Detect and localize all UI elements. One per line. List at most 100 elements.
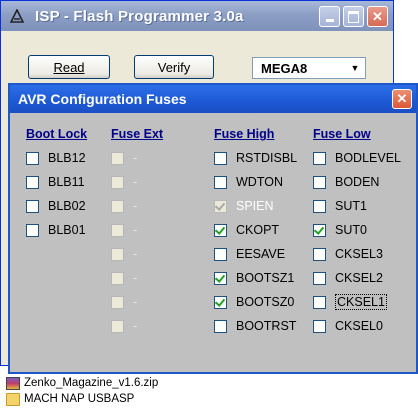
checkbox[interactable] — [214, 247, 227, 261]
device-select[interactable]: MEGA8 ▼ — [252, 57, 366, 79]
fuse-label: BODLEVEL — [335, 151, 402, 165]
checkbox[interactable] — [313, 319, 326, 333]
close-button[interactable]: ✕ — [367, 6, 388, 27]
fuse-checkbox-row[interactable]: BOOTSZ0 — [214, 294, 294, 310]
fuse-label: RSTDISBL — [236, 151, 298, 165]
dialog-title-bar: AVR Configuration Fuses ✕ — [10, 85, 416, 113]
main-title-bar: ISP - Flash Programmer 3.0a ✕ — [1, 1, 393, 31]
file-name: Zenko_Magazine_v1.6.zip — [24, 377, 159, 389]
fuse-label: WDTON — [236, 175, 283, 189]
checkbox[interactable] — [214, 271, 227, 285]
fuse-checkbox-row: SPIEN — [214, 198, 274, 214]
fuse-checkbox-row[interactable]: SUT1 — [313, 198, 367, 214]
folder-icon — [6, 392, 20, 406]
fuse-checkbox-row[interactable]: EESAVE — [214, 246, 285, 262]
fuse-checkbox-row: - — [111, 174, 137, 190]
fuse-label: - — [133, 247, 138, 261]
fuse-checkbox-row[interactable]: CKSEL0 — [313, 318, 383, 334]
fuse-label: SUT0 — [335, 223, 367, 237]
fuse-checkbox-row[interactable]: CKSEL1 — [313, 294, 387, 310]
verify-button-label: Verify — [157, 59, 191, 75]
checkbox[interactable] — [214, 151, 227, 165]
checkbox[interactable] — [313, 223, 326, 237]
checkbox[interactable] — [26, 175, 39, 189]
checkbox[interactable] — [313, 247, 326, 261]
checkbox[interactable] — [26, 151, 39, 165]
main-window-title: ISP - Flash Programmer 3.0a — [35, 7, 244, 25]
checkbox — [111, 319, 124, 333]
minimize-icon — [325, 19, 334, 22]
fuse-label: - — [133, 199, 138, 213]
checkbox[interactable] — [313, 271, 326, 285]
fuse-checkbox-row[interactable]: BOOTRST — [214, 318, 296, 334]
checkbox[interactable] — [313, 199, 326, 213]
fuse-label: CKSEL1 — [335, 294, 387, 310]
fuse-checkbox-row[interactable]: BLB11 — [26, 174, 85, 190]
fuse-label: BLB01 — [48, 223, 86, 237]
fuse-label: - — [133, 319, 138, 333]
checkbox[interactable] — [26, 223, 39, 237]
fuse-label: BODEN — [335, 175, 380, 189]
maximize-icon — [348, 10, 359, 23]
file-item-folder[interactable]: MACH NAP USBASP — [6, 391, 158, 407]
fuse-label: - — [133, 223, 138, 237]
column-header: Fuse High — [214, 127, 275, 141]
chevron-down-icon[interactable]: ▼ — [347, 60, 363, 76]
file-name: MACH NAP USBASP — [24, 393, 135, 405]
fuse-label: BLB11 — [48, 175, 85, 189]
close-icon: ✕ — [396, 91, 408, 106]
checkmark-icon — [214, 223, 226, 235]
fuse-checkbox-row[interactable]: BLB02 — [26, 198, 86, 214]
file-item-zip[interactable]: Zenko_Magazine_v1.6.zip — [6, 375, 158, 391]
checkbox[interactable] — [214, 175, 227, 189]
fuse-checkbox-row[interactable]: BODLEVEL — [313, 150, 401, 166]
checkmark-icon — [214, 271, 226, 283]
fuse-checkbox-row[interactable]: BLB01 — [26, 222, 86, 238]
fuse-label: BOOTRST — [236, 319, 297, 333]
read-button-label: Read — [53, 59, 85, 75]
dialog-close-button[interactable]: ✕ — [392, 89, 412, 109]
minimize-button[interactable] — [319, 6, 340, 27]
checkbox[interactable] — [214, 223, 227, 237]
fuse-label: CKSEL0 — [335, 319, 383, 333]
fuse-checkbox-row[interactable]: BOOTSZ1 — [214, 270, 294, 286]
fuse-checkbox-row[interactable]: SUT0 — [313, 222, 367, 238]
close-icon: ✕ — [372, 8, 383, 24]
zip-archive-icon — [6, 376, 20, 390]
fuse-label: SPIEN — [236, 199, 274, 213]
checkbox — [111, 271, 124, 285]
checkbox[interactable] — [313, 295, 326, 309]
checkmark-icon — [214, 199, 226, 211]
fuse-checkbox-row[interactable]: WDTON — [214, 174, 283, 190]
checkbox — [111, 295, 124, 309]
fuse-label: BOOTSZ1 — [236, 271, 295, 285]
desktop-file-list: Zenko_Magazine_v1.6.zip MACH NAP USBASP — [6, 375, 158, 407]
checkbox[interactable] — [214, 295, 227, 309]
fuse-label: BLB02 — [48, 199, 86, 213]
fuse-checkbox-row[interactable]: CKSEL2 — [313, 270, 383, 286]
read-button[interactable]: Read — [28, 55, 110, 79]
fuse-checkbox-row: - — [111, 246, 137, 262]
fuse-label: - — [133, 175, 138, 189]
fuse-checkbox-row: - — [111, 198, 137, 214]
maximize-button[interactable] — [343, 6, 364, 27]
checkbox[interactable] — [313, 151, 326, 165]
fuse-checkbox-row[interactable]: CKSEL3 — [313, 246, 383, 262]
fuse-checkbox-row[interactable]: RSTDISBL — [214, 150, 297, 166]
device-select-value: MEGA8 — [261, 60, 308, 76]
column-header: Boot Lock — [26, 127, 88, 141]
checkbox[interactable] — [214, 319, 227, 333]
fuse-label: CKOPT — [236, 223, 280, 237]
column-header: Fuse Low — [313, 127, 371, 141]
fuse-label: EESAVE — [236, 247, 286, 261]
fuse-checkbox-row[interactable]: CKOPT — [214, 222, 279, 238]
checkbox[interactable] — [26, 199, 39, 213]
checkbox[interactable] — [313, 175, 326, 189]
fuse-checkbox-row[interactable]: BODEN — [313, 174, 379, 190]
verify-button[interactable]: Verify — [134, 55, 214, 79]
fuse-checkbox-row: - — [111, 222, 137, 238]
fuse-checkbox-row: - — [111, 294, 137, 310]
fuse-checkbox-row[interactable]: BLB12 — [26, 150, 86, 166]
checkbox — [214, 199, 227, 213]
fuse-label: BLB12 — [48, 151, 86, 165]
